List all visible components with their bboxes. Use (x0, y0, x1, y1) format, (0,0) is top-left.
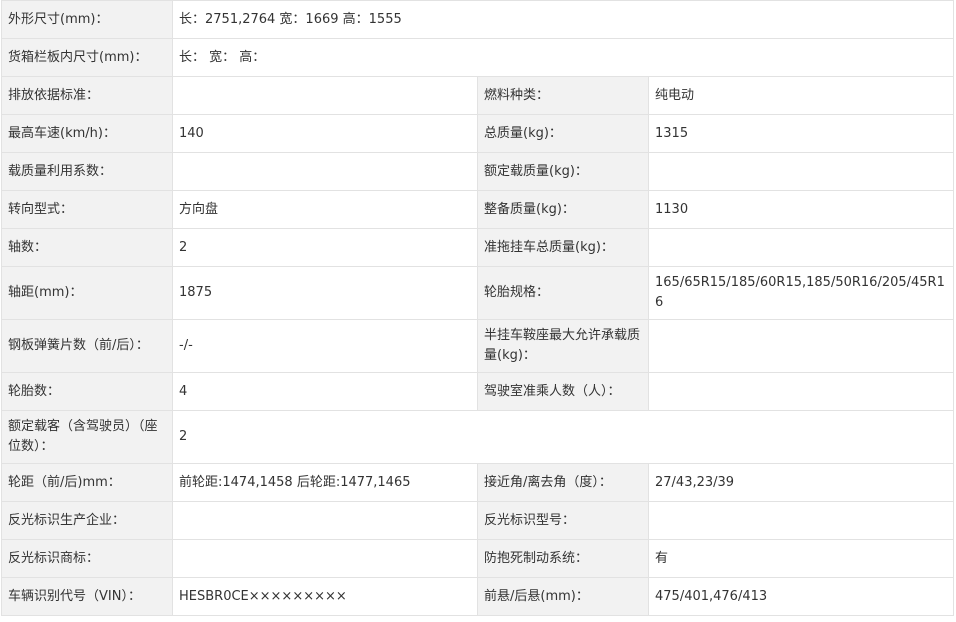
table-row: 排放依据标准： 燃料种类： 纯电动 (1, 76, 954, 115)
cab-capacity-value (648, 372, 954, 411)
gross-mass-label: 总质量(kg)： (477, 114, 649, 153)
reflector-brand-value (172, 539, 478, 578)
fuel-type-value: 纯电动 (648, 76, 954, 115)
rated-passengers-label: 额定载客（含驾驶员）（座位数）： (1, 410, 173, 464)
rated-passengers-value: 2 (172, 410, 954, 464)
vin-label: 车辆识别代号（VIN）： (1, 577, 173, 616)
steering-type-value: 方向盘 (172, 190, 478, 229)
emission-standard-value (172, 76, 478, 115)
leaf-spring-label: 钢板弹簧片数（前/后）： (1, 319, 173, 373)
reflector-brand-label: 反光标识商标： (1, 539, 173, 578)
axle-count-value: 2 (172, 228, 478, 267)
dimensions-label: 外形尺寸(mm)： (1, 0, 173, 39)
tire-count-value: 4 (172, 372, 478, 411)
steering-type-label: 转向型式： (1, 190, 173, 229)
cargo-box-dimensions-value: 长： 宽： 高： (172, 38, 954, 77)
saddle-load-value (648, 319, 954, 373)
abs-value: 有 (648, 539, 954, 578)
table-row: 反光标识生产企业： 反光标识型号： (1, 501, 954, 540)
wheelbase-label: 轴距(mm)： (1, 266, 173, 320)
rated-load-label: 额定载质量(kg)： (477, 152, 649, 191)
tire-spec-label: 轮胎规格： (477, 266, 649, 320)
overhang-label: 前悬/后悬(mm)： (477, 577, 649, 616)
cargo-box-dimensions-label: 货箱栏板内尺寸(mm)： (1, 38, 173, 77)
table-row: 载质量利用系数： 额定载质量(kg)： (1, 152, 954, 191)
vin-value: HESBR0CE××××××××× (172, 577, 478, 616)
trailer-mass-value (648, 228, 954, 267)
axle-count-label: 轴数： (1, 228, 173, 267)
tire-spec-value: 165/65R15/185/60R15,185/50R16/205/45R16 (648, 266, 954, 320)
curb-mass-label: 整备质量(kg)： (477, 190, 649, 229)
table-row: 外形尺寸(mm)： 长：2751,2764 宽：1669 高：1555 (1, 0, 954, 39)
table-row: 轮胎数： 4 驾驶室准乘人数（人）： (1, 372, 954, 411)
load-utilization-label: 载质量利用系数： (1, 152, 173, 191)
abs-label: 防抱死制动系统： (477, 539, 649, 578)
curb-mass-value: 1130 (648, 190, 954, 229)
table-row: 车辆识别代号（VIN）： HESBR0CE××××××××× 前悬/后悬(mm)… (1, 577, 954, 616)
fuel-type-label: 燃料种类： (477, 76, 649, 115)
tire-count-label: 轮胎数： (1, 372, 173, 411)
table-row: 反光标识商标： 防抱死制动系统： 有 (1, 539, 954, 578)
dimensions-value: 长：2751,2764 宽：1669 高：1555 (172, 0, 954, 39)
table-row: 额定载客（含驾驶员）（座位数）： 2 (1, 410, 954, 464)
cab-capacity-label: 驾驶室准乘人数（人）： (477, 372, 649, 411)
max-speed-value: 140 (172, 114, 478, 153)
table-row: 最高车速(km/h)： 140 总质量(kg)： 1315 (1, 114, 954, 153)
table-row: 转向型式： 方向盘 整备质量(kg)： 1130 (1, 190, 954, 229)
track-width-label: 轮距（前/后)mm： (1, 463, 173, 502)
table-row: 轴距(mm)： 1875 轮胎规格： 165/65R15/185/60R15,1… (1, 266, 954, 320)
approach-departure-angle-label: 接近角/离去角（度）： (477, 463, 649, 502)
vehicle-spec-table: 外形尺寸(mm)： 长：2751,2764 宽：1669 高：1555 货箱栏板… (1, 0, 954, 616)
saddle-load-label: 半挂车鞍座最大允许承载质量(kg)： (477, 319, 649, 373)
table-row: 轴数： 2 准拖挂车总质量(kg)： (1, 228, 954, 267)
reflector-model-value (648, 501, 954, 540)
rated-load-value (648, 152, 954, 191)
max-speed-label: 最高车速(km/h)： (1, 114, 173, 153)
wheelbase-value: 1875 (172, 266, 478, 320)
emission-standard-label: 排放依据标准： (1, 76, 173, 115)
load-utilization-value (172, 152, 478, 191)
reflector-maker-value (172, 501, 478, 540)
approach-departure-angle-value: 27/43,23/39 (648, 463, 954, 502)
overhang-value: 475/401,476/413 (648, 577, 954, 616)
track-width-value: 前轮距:1474,1458 后轮距:1477,1465 (172, 463, 478, 502)
leaf-spring-value: -/- (172, 319, 478, 373)
gross-mass-value: 1315 (648, 114, 954, 153)
table-row: 钢板弹簧片数（前/后）： -/- 半挂车鞍座最大允许承载质量(kg)： (1, 319, 954, 373)
reflector-model-label: 反光标识型号： (477, 501, 649, 540)
trailer-mass-label: 准拖挂车总质量(kg)： (477, 228, 649, 267)
reflector-maker-label: 反光标识生产企业： (1, 501, 173, 540)
table-row: 货箱栏板内尺寸(mm)： 长： 宽： 高： (1, 38, 954, 77)
table-row: 轮距（前/后)mm： 前轮距:1474,1458 后轮距:1477,1465 接… (1, 463, 954, 502)
